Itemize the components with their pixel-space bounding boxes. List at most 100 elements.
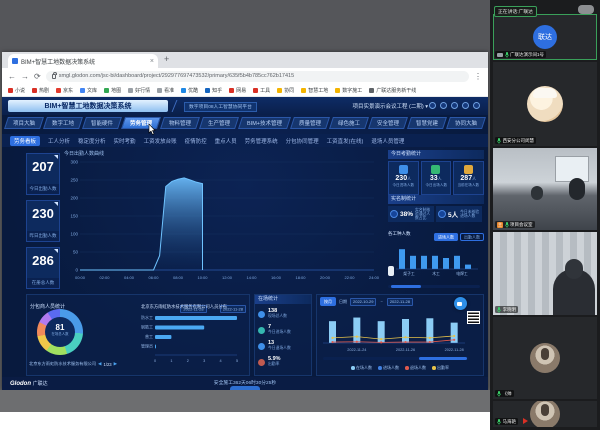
trade-scroll-thumb[interactable] xyxy=(391,285,421,288)
bookmark-item[interactable]: 网易 xyxy=(229,87,246,94)
browser-menu-icon[interactable]: ⋮ xyxy=(474,72,482,81)
participant-tile-5[interactable]: 马海艳 xyxy=(493,401,597,427)
nav-tab-9[interactable]: 安全管理 xyxy=(368,117,408,129)
trend-scrollbar[interactable] xyxy=(323,357,469,360)
assistant-float-button[interactable] xyxy=(454,297,467,310)
pager-page: 1/23 xyxy=(103,362,111,367)
header-icons xyxy=(429,102,480,109)
participant-name: 马海艳 xyxy=(503,419,517,425)
bookmark-item[interactable]: 热剧 xyxy=(32,87,49,94)
sub-tab-2[interactable]: 稳定度分析 xyxy=(78,137,106,145)
participant-name: 项目会议室 xyxy=(510,222,533,228)
nav-tab-1[interactable]: 数字工地 xyxy=(43,117,83,129)
bookmark-item[interactable]: 工具 xyxy=(253,87,270,94)
trend-date-from[interactable]: 2022-10-29 xyxy=(350,298,376,306)
onsite-row-1: 7今日进场人数 xyxy=(258,322,308,338)
jobs-chip-0[interactable]: 进场人数 xyxy=(434,233,458,241)
participant-tile-4[interactable]: 《帅 xyxy=(493,317,597,399)
sub-tab-1[interactable]: 工人分析 xyxy=(48,137,70,145)
stat-card-1: 230昨日出勤人数 xyxy=(26,200,60,242)
nav-tab-label: BIM+技术管理 xyxy=(247,119,282,127)
nav-tab-2[interactable]: 智能硬件 xyxy=(82,117,122,129)
nav-tab-10[interactable]: 智慧党建 xyxy=(407,117,447,129)
address-bar[interactable]: smgl.glodon.com/jsc-bi/dashboard/project… xyxy=(46,71,469,82)
drag-handle-icon[interactable] xyxy=(388,266,394,276)
reaction-icon[interactable] xyxy=(578,5,594,14)
lock-icon xyxy=(52,74,56,79)
today-tile-value: 33人 xyxy=(422,175,451,182)
participant-tile-0[interactable]: 联达广联达演示间1号 xyxy=(493,14,597,60)
sub-tab-3[interactable]: 实时考勤 xyxy=(114,137,136,145)
jobs-chip-1[interactable]: 出勤人数 xyxy=(460,233,484,241)
bookmark-label: 广联达服务新干线 xyxy=(376,87,416,94)
pager-next-icon[interactable]: ▶ xyxy=(114,361,117,367)
pager-prev-icon[interactable]: ◀ xyxy=(98,361,101,367)
participant-tile-3[interactable]: 李晓明 xyxy=(493,232,597,315)
onsite-row-icon xyxy=(258,311,265,318)
nav-tab-label: 协同大脑 xyxy=(455,119,477,127)
nav-tab-0[interactable]: 项目大脑 xyxy=(4,117,44,129)
trade-scrollbar[interactable] xyxy=(388,285,480,288)
refresh-icon[interactable] xyxy=(440,102,447,109)
trend-date-to[interactable]: 2022-11-28 xyxy=(387,298,413,306)
back-icon[interactable]: ← xyxy=(8,72,16,81)
dashboard: BIM+智慧工地数据决策系统 数字项目08人工智慧协同平台 项目实景演示会议工程… xyxy=(2,97,488,390)
browser-tab[interactable]: BIM+智慧工地数据决策系统 × xyxy=(8,54,158,68)
bookmark-item[interactable]: 数字施工 xyxy=(335,87,362,94)
sub-tab-5[interactable]: 疫情防控 xyxy=(185,137,207,145)
user-icon[interactable] xyxy=(473,102,480,109)
mic-on-icon xyxy=(505,222,509,228)
bookmark-favicon-icon xyxy=(157,88,162,93)
new-tab-button[interactable]: + xyxy=(164,54,169,64)
sub-tab-0[interactable]: 劳务看板 xyxy=(10,136,40,146)
nav-tab-7[interactable]: 质量管理 xyxy=(290,117,330,129)
forward-icon[interactable]: → xyxy=(21,72,29,81)
sub-tab-4[interactable]: 工资发放台账 xyxy=(144,137,177,145)
bookmark-item[interactable]: 智慧工地 xyxy=(301,87,328,94)
participant-tile-1[interactable]: 西安分公司闵慧 xyxy=(493,62,597,146)
sub-tab-8[interactable]: 分包协同管理 xyxy=(286,137,319,145)
bookmark-favicon-icon xyxy=(335,88,340,93)
nav-tab-11[interactable]: 协同大脑 xyxy=(446,117,486,129)
onsite-panel-title: 在场统计 xyxy=(255,295,311,304)
bookmark-item[interactable]: 京东 xyxy=(56,87,73,94)
bookmark-favicon-icon xyxy=(56,88,61,93)
notify-icon[interactable] xyxy=(451,102,458,109)
month-toggle-chip[interactable]: 按月 xyxy=(320,297,336,306)
svg-text:20:00: 20:00 xyxy=(320,275,331,280)
participant-tile-2[interactable]: 主项目会议室 xyxy=(493,148,597,230)
nav-tab-8[interactable]: 绿色施工 xyxy=(329,117,369,129)
bookmark-item[interactable]: 好行情 xyxy=(128,87,150,94)
tab-close-icon[interactable]: × xyxy=(150,58,154,65)
settings-icon[interactable] xyxy=(462,102,469,109)
nav-tab-4[interactable]: 物料管理 xyxy=(160,117,200,129)
svg-text:250: 250 xyxy=(70,178,78,183)
fullscreen-icon[interactable] xyxy=(429,102,436,109)
person-silhouette xyxy=(531,186,543,200)
project-selector[interactable]: 项目实景演示会议工程 (二期) ▾ xyxy=(353,102,429,110)
bookmark-item[interactable]: 知乎 xyxy=(205,87,222,94)
sub-tab-9[interactable]: 工资直发(在线) xyxy=(327,137,364,145)
bookmark-item[interactable]: 广联达服务新干线 xyxy=(369,87,416,94)
bookmark-label: 知乎 xyxy=(212,87,222,94)
svg-text:钢筋工: 钢筋工 xyxy=(141,324,153,330)
onsite-row-text: 138现场总人数 xyxy=(268,309,287,319)
sub-tab-10[interactable]: 退场人员管理 xyxy=(371,137,404,145)
bookmark-label: 热剧 xyxy=(39,87,49,94)
nav-tab-5[interactable]: 生产管理 xyxy=(199,117,239,129)
reload-icon[interactable]: ⟳ xyxy=(34,72,41,81)
trend-scroll-thumb[interactable] xyxy=(419,357,467,360)
nav-tab-6[interactable]: BIM+技术管理 xyxy=(238,117,291,129)
sub-tab-6[interactable]: 重点人员 xyxy=(215,137,237,145)
stat-label: 今日出勤人数 xyxy=(27,184,59,194)
bookmark-item[interactable]: 文库 xyxy=(80,87,97,94)
sub-tab-7[interactable]: 劳务管理系统 xyxy=(245,137,278,145)
bookmark-item[interactable]: 地图 xyxy=(104,87,121,94)
bookmark-item[interactable]: 优酷 xyxy=(181,87,198,94)
bookmark-item[interactable]: 协同 xyxy=(277,87,294,94)
bookmark-item[interactable]: 小说 xyxy=(8,87,25,94)
bookmark-item[interactable]: 看准 xyxy=(157,87,174,94)
today-tile-unit: 人 xyxy=(407,176,411,181)
trade-bars-chart: 架子工木工电焊工 xyxy=(396,245,478,282)
today-tile-label: 当前在场人数 xyxy=(455,182,481,187)
